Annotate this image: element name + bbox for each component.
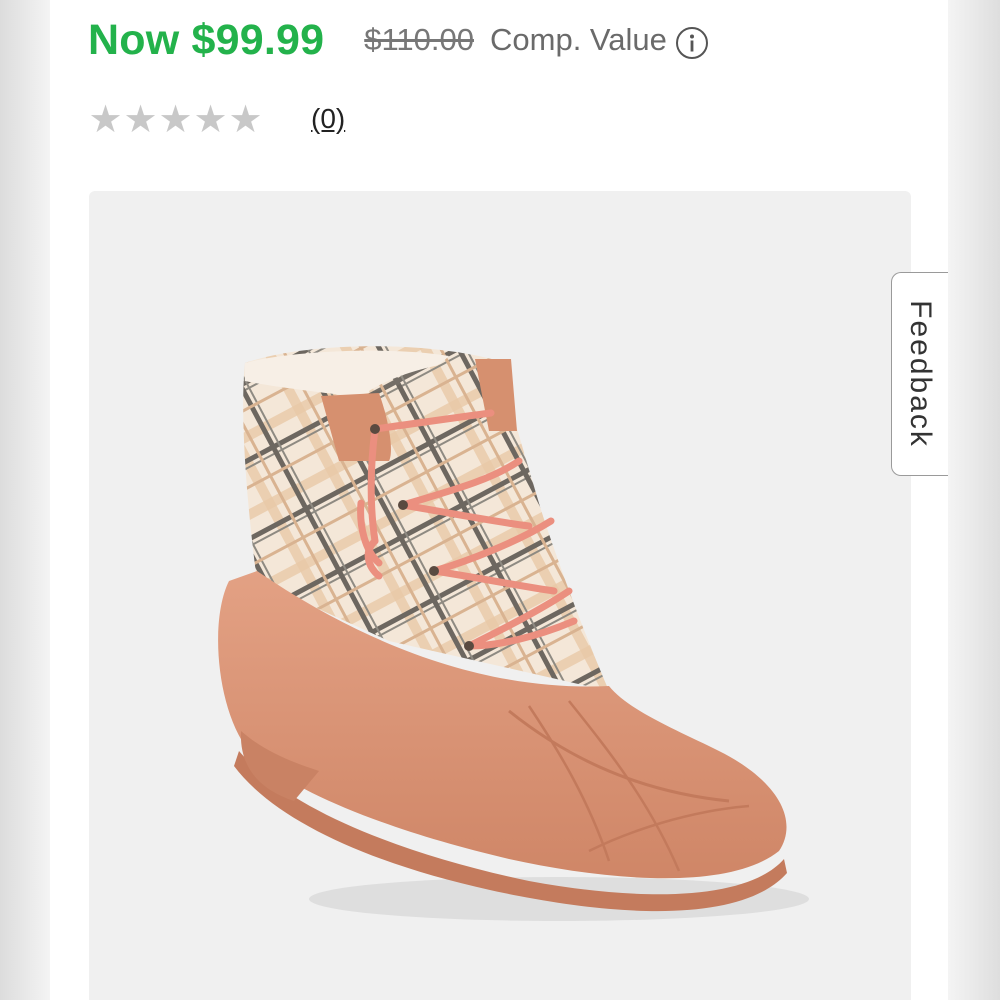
review-count-link[interactable]: (0) (311, 103, 345, 135)
feedback-label: Feedback (904, 300, 937, 448)
feedback-tab[interactable]: Feedback (891, 272, 948, 476)
star-icon: ★ (88, 97, 123, 141)
current-price: Now $99.99 (88, 15, 325, 64)
star-icon: ★ (158, 97, 193, 141)
star-icon: ★ (228, 97, 263, 141)
info-icon[interactable] (675, 26, 709, 60)
star-icon: ★ (123, 97, 158, 141)
compare-price: $110.00 (364, 22, 474, 57)
duck-boot-icon (218, 346, 809, 921)
rating-row: ★ ★ ★ ★ ★ (0) (88, 96, 345, 142)
left-gutter (0, 0, 50, 1000)
star-rating[interactable]: ★ ★ ★ ★ ★ (88, 100, 263, 138)
star-icon: ★ (193, 97, 228, 141)
product-image[interactable] (89, 191, 911, 1000)
compare-value-label: Comp. Value (490, 22, 667, 57)
price-row: Now $99.99 $110.00 Comp. Value (88, 12, 709, 68)
right-gutter (948, 0, 1000, 1000)
